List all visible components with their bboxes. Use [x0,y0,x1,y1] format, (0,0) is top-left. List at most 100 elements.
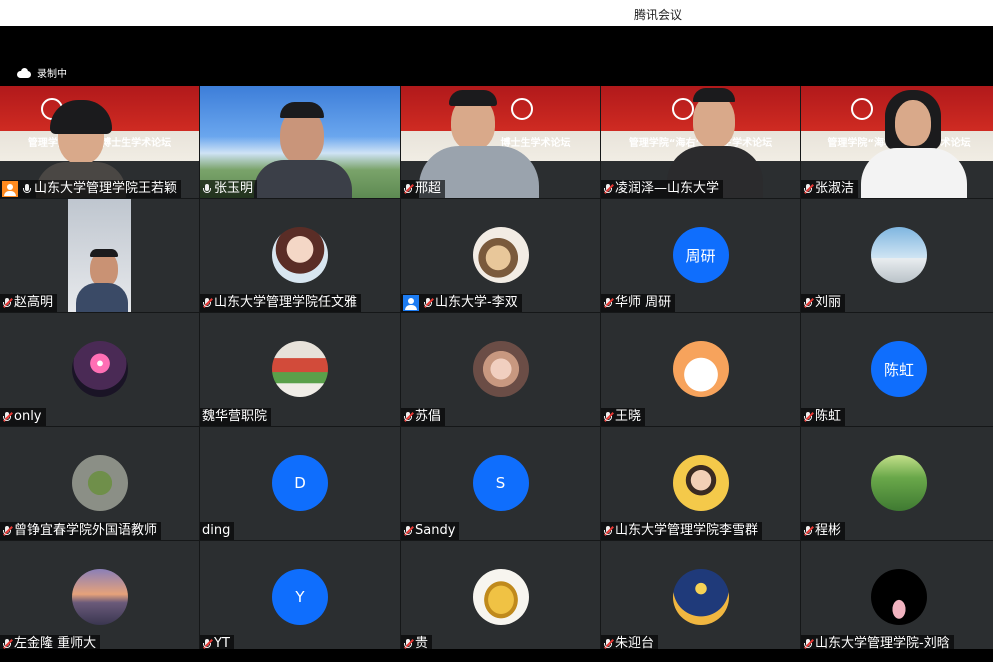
participant-tile[interactable]: 朱迎台 [601,541,800,653]
participant-name-tag: Sandy [401,522,460,540]
participant-tile[interactable]: 管理学院“海右”博士生学术论坛 凌润泽—山东大学 [601,86,800,198]
participant-name-tag: 苏倡 [401,408,446,426]
participant-tile[interactable]: 山东大学-李双 [401,199,600,312]
participant-tile[interactable]: S Sandy [401,427,600,540]
participant-name-tag: 曾铮宜春学院外国语教师 [0,522,162,540]
recording-label: 录制中 [37,69,67,80]
mic-muted-icon [803,411,814,424]
participant-name: 张玉明 [214,181,254,196]
avatar [71,569,128,625]
participant-name: 魏华营职院 [202,409,268,424]
avatar [672,569,729,625]
title-bar: 腾讯会议 [0,0,993,26]
meeting-toolbar: 录制中 [0,26,993,86]
mic-muted-icon [603,411,614,424]
recording-indicator[interactable]: 录制中 [17,65,67,80]
participant-name: 邢超 [415,181,442,196]
avatar [472,569,529,625]
participant-name-tag: 刘丽 [801,294,846,312]
participant-name: 山东大学-李双 [435,295,518,310]
mic-on-icon [202,183,212,196]
participant-name-tag: 张玉明 [200,180,258,198]
participant-tile[interactable]: 周研 华师 周研 [601,199,800,312]
participant-name: only [14,409,42,424]
participant-tile[interactable]: 张玉明 [200,86,400,198]
participant-tile[interactable]: 陈虹 陈虹 [801,313,993,426]
mic-muted-icon [603,525,614,538]
participant-name: 陈虹 [815,409,842,424]
participant-name: 华师 周研 [615,295,672,310]
mic-muted-icon [2,525,13,538]
participant-tile[interactable]: 山东大学管理学院任文雅 [200,199,400,312]
video-feed [68,199,131,312]
participant-tile[interactable]: Y YT [200,541,400,653]
avatar: S [472,455,529,511]
mic-muted-icon [2,297,13,310]
participant-tile[interactable]: 王晓 [601,313,800,426]
participant-tile[interactable]: 管理学院“海右”博士生学术论坛 山东大学管理学院王若颖 [0,86,199,198]
avatar [472,341,529,397]
mic-muted-icon [603,297,614,310]
participant-tile[interactable]: 博士生学术论坛 邢超 [401,86,600,198]
participant-tile[interactable]: only [0,313,199,426]
participant-name-tag: only [0,408,46,426]
participant-name-tag: 王晓 [601,408,646,426]
mic-on-icon [22,183,32,196]
participant-name: 刘丽 [815,295,842,310]
participant-name-tag: 凌润泽—山东大学 [601,180,724,198]
participant-tile[interactable]: 苏倡 [401,313,600,426]
mic-muted-icon [423,297,434,310]
participant-name: 张淑洁 [815,181,855,196]
mic-muted-icon [2,411,13,424]
cloud-icon [17,67,31,78]
participant-tile[interactable]: 管理学院“海右”博士生学术论坛 张淑洁 [801,86,993,198]
mic-muted-icon [803,297,814,310]
mic-muted-icon [803,183,814,196]
avatar [71,341,128,397]
avatar [672,341,729,397]
participant-tile[interactable]: 曾铮宜春学院外国语教师 [0,427,199,540]
participant-tile[interactable]: 山东大学管理学院李雪群 [601,427,800,540]
avatar: Y [272,569,328,625]
bottom-bar [0,649,993,662]
mic-muted-icon [403,411,414,424]
mic-muted-icon [403,525,414,538]
avatar [272,341,328,397]
participant-name-tag: 陈虹 [801,408,846,426]
participant-tile[interactable]: 程彬 [801,427,993,540]
avatar [871,455,927,511]
participant-name-tag: 程彬 [801,522,846,540]
participant-name: 程彬 [815,523,842,538]
avatar: 周研 [672,227,729,283]
participant-name: 山东大学管理学院任文雅 [214,295,358,310]
avatar [71,455,128,511]
participant-tile[interactable]: D ding [200,427,400,540]
participant-name: 曾铮宜春学院外国语教师 [14,523,158,538]
avatar [472,227,529,283]
participant-name-tag: 张淑洁 [801,180,859,198]
participant-name-tag: 魏华营职院 [200,408,272,426]
participant-name-tag: 山东大学管理学院王若颖 [0,180,182,198]
participant-name: 苏倡 [415,409,442,424]
participant-tile[interactable]: 刘丽 [801,199,993,312]
participant-tile[interactable]: 赵高明 [0,199,199,312]
participant-tile[interactable]: 魏华营职院 [200,313,400,426]
participant-tile[interactable]: 贵 [401,541,600,653]
avatar: 陈虹 [871,341,927,397]
participant-tile[interactable]: 左金隆 重师大 [0,541,199,653]
participant-name-tag: 华师 周研 [601,294,676,312]
participant-tile[interactable]: 山东大学管理学院-刘晗 [801,541,993,653]
mic-muted-icon [403,183,414,196]
mic-muted-icon [803,525,814,538]
participant-name-tag: 山东大学管理学院李雪群 [601,522,763,540]
participant-name: 山东大学管理学院李雪群 [615,523,759,538]
participant-name: 山东大学管理学院王若颖 [34,181,178,196]
participant-name: ding [202,523,231,538]
participant-name: 王晓 [615,409,642,424]
mic-muted-icon [202,297,213,310]
avatar [871,227,927,283]
avatar [272,227,328,283]
participant-badge-icon [403,295,419,311]
participant-name-tag: ding [200,522,235,540]
participant-name: 凌润泽—山东大学 [615,181,720,196]
